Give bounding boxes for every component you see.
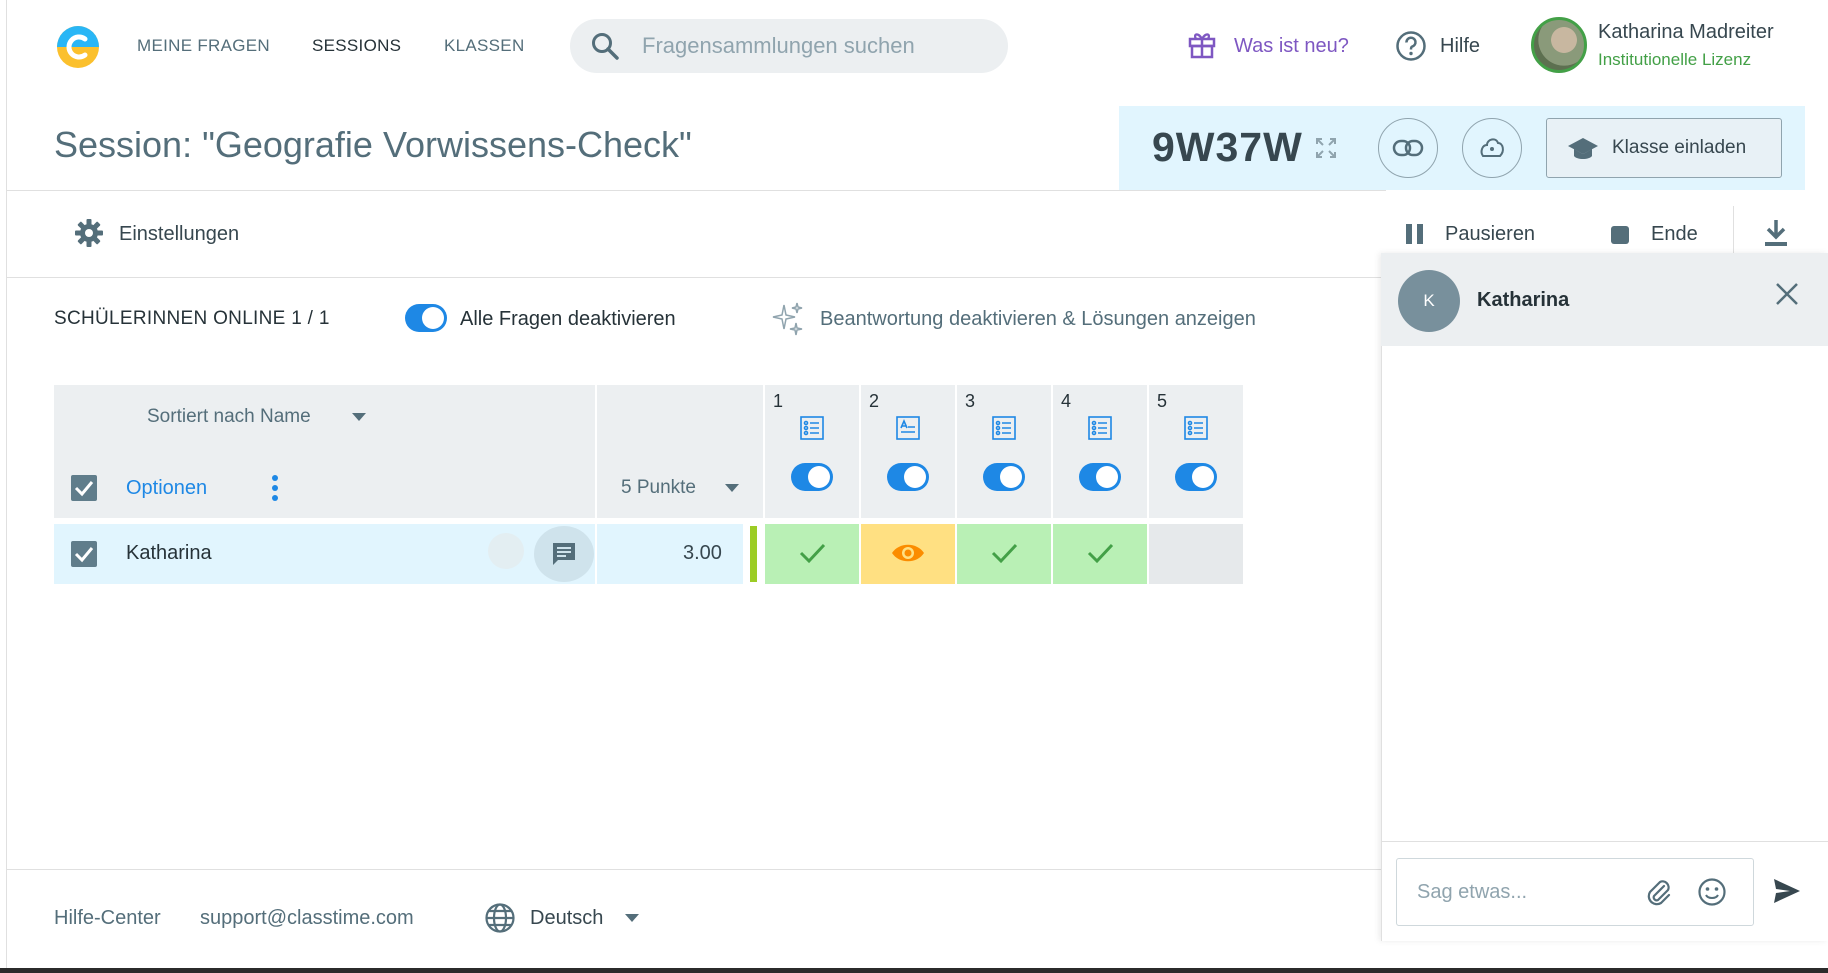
- student-score: 3.00: [683, 542, 722, 564]
- chat-panel: [1381, 253, 1828, 941]
- chat-icon: [550, 540, 578, 568]
- invite-class-label: Klasse einladen: [1612, 137, 1747, 158]
- link-icon: [1392, 138, 1424, 158]
- question-toggle-2[interactable]: [887, 463, 929, 491]
- nav-sessions[interactable]: SESSIONS: [312, 36, 401, 56]
- license-label: Institutionelle Lizenz: [1598, 50, 1752, 69]
- message-button[interactable]: [534, 526, 594, 582]
- text-icon[interactable]: [896, 416, 920, 440]
- globe-icon[interactable]: [484, 902, 516, 934]
- help-link[interactable]: Hilfe: [1440, 35, 1480, 58]
- message-input-box[interactable]: [1396, 858, 1754, 926]
- list-icon[interactable]: [1088, 416, 1112, 440]
- search-input[interactable]: [642, 33, 982, 59]
- pause-icon[interactable]: [1404, 222, 1426, 246]
- divider: [1381, 841, 1828, 842]
- search-icon: [590, 31, 620, 61]
- session-code: 9W37W: [1152, 124, 1303, 170]
- gift-icon: [1186, 28, 1218, 60]
- cloud-icon: [1478, 134, 1506, 162]
- question-number: 3: [965, 391, 976, 411]
- question-number: 1: [773, 391, 784, 411]
- select-all-checkbox[interactable]: [71, 475, 97, 501]
- user-avatar[interactable]: [1531, 17, 1587, 73]
- pause-button[interactable]: Pausieren: [1445, 223, 1535, 246]
- row-checkbox[interactable]: [71, 541, 97, 567]
- copy-link-button[interactable]: [1378, 118, 1438, 178]
- help-icon[interactable]: [1395, 30, 1427, 62]
- download-icon[interactable]: [1762, 218, 1790, 248]
- question-toggle-3[interactable]: [983, 463, 1025, 491]
- send-icon[interactable]: [1772, 877, 1802, 905]
- deactivate-all-label[interactable]: Alle Fragen deaktivieren: [460, 308, 676, 331]
- check-icon: [1086, 541, 1114, 565]
- whats-new-link[interactable]: Was ist neu?: [1234, 35, 1349, 58]
- question-number: 2: [869, 391, 880, 411]
- help-center-link[interactable]: Hilfe-Center: [54, 907, 161, 930]
- classtime-logo[interactable]: [56, 25, 100, 69]
- stop-icon[interactable]: [1610, 225, 1630, 245]
- window-bottom-edge: [0, 968, 1828, 973]
- progress-indicator: [750, 526, 757, 582]
- nav-meine-fragen[interactable]: MEINE FRAGEN: [137, 36, 270, 56]
- result-cell-empty[interactable]: [1149, 524, 1243, 584]
- student-name[interactable]: Katharina: [126, 542, 212, 565]
- more-vert-icon[interactable]: [271, 474, 279, 502]
- eye-icon: [891, 541, 925, 565]
- options-link[interactable]: Optionen: [126, 477, 207, 500]
- list-icon[interactable]: [992, 416, 1016, 440]
- message-input[interactable]: [1417, 881, 1637, 904]
- graduation-cap-icon: [1567, 135, 1599, 163]
- settings-button[interactable]: Einstellungen: [119, 223, 239, 246]
- chevron-down-icon[interactable]: [624, 913, 640, 923]
- close-icon[interactable]: [1775, 282, 1799, 306]
- page-title: Session: "Geografie Vorwissens-Check": [54, 124, 692, 165]
- nav-klassen[interactable]: KLASSEN: [444, 36, 525, 56]
- question-number: 4: [1061, 391, 1072, 411]
- show-solutions-button[interactable]: Beantwortung deaktivieren & Lösungen anz…: [820, 308, 1256, 331]
- result-cell-correct[interactable]: [1053, 524, 1147, 584]
- divider: [6, 277, 1386, 278]
- sort-dropdown-icon[interactable]: [351, 412, 367, 422]
- check-icon: [798, 541, 826, 565]
- search-bar[interactable]: [570, 19, 1008, 73]
- gear-icon[interactable]: [74, 218, 104, 248]
- result-cell-viewing[interactable]: [861, 524, 955, 584]
- language-select[interactable]: Deutsch: [530, 907, 603, 930]
- status-indicator: [488, 533, 524, 569]
- divider: [6, 190, 1386, 191]
- fullscreen-icon[interactable]: [1314, 136, 1338, 160]
- result-cell-correct[interactable]: [957, 524, 1051, 584]
- check-icon: [990, 541, 1018, 565]
- question-toggle-5[interactable]: [1175, 463, 1217, 491]
- sort-label[interactable]: Sortiert nach Name: [147, 406, 311, 428]
- list-icon[interactable]: [1184, 416, 1208, 440]
- sparkle-icon[interactable]: [771, 301, 805, 337]
- class-connect-button[interactable]: [1462, 118, 1522, 178]
- user-name[interactable]: Katharina Madreiter: [1598, 21, 1774, 44]
- deactivate-all-toggle[interactable]: [405, 304, 447, 332]
- emoji-icon[interactable]: [1697, 877, 1727, 907]
- students-online-label: SCHÜLERINNEN ONLINE 1 / 1: [54, 308, 330, 329]
- divider: [6, 869, 1381, 870]
- result-cell-correct[interactable]: [765, 524, 859, 584]
- invite-class-button[interactable]: Klasse einladen: [1546, 118, 1782, 178]
- question-toggle-4[interactable]: [1079, 463, 1121, 491]
- list-icon[interactable]: [800, 416, 824, 440]
- attachment-icon[interactable]: [1644, 877, 1674, 907]
- question-toggle-1[interactable]: [791, 463, 833, 491]
- chat-recipient-name: Katharina: [1477, 289, 1570, 311]
- support-email-link[interactable]: support@classtime.com: [200, 907, 414, 930]
- question-number: 5: [1157, 391, 1168, 411]
- points-dropdown-icon[interactable]: [724, 483, 740, 493]
- end-button[interactable]: Ende: [1651, 223, 1698, 246]
- points-label[interactable]: 5 Punkte: [621, 477, 696, 499]
- chat-avatar: K: [1398, 270, 1460, 332]
